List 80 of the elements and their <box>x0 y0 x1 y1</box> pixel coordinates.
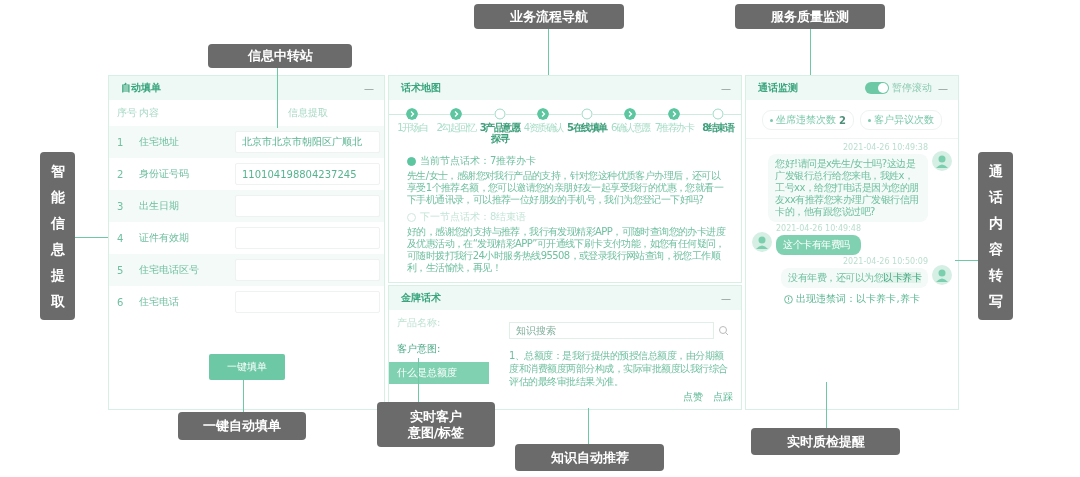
node-heading: 当前节点话术：7推荐办卡 <box>420 154 537 168</box>
input-field[interactable]: 北京市北京市朝阳区广顺北 <box>235 131 380 153</box>
callout-label: 实时客户意图/标签 <box>377 402 495 447</box>
info-icon <box>784 294 794 304</box>
field-label: 出生日期 <box>139 199 180 213</box>
toggle-label: 暂停滚动 <box>892 81 932 95</box>
callout-label: 实时质检提醒 <box>751 428 900 455</box>
step-item[interactable]: 8结束语 <box>696 108 739 144</box>
collapse-button[interactable]: — <box>721 82 731 94</box>
callout-label: 业务流程导航 <box>474 4 624 29</box>
row-number: 2 <box>117 168 125 180</box>
feedback-link[interactable]: 点赞 <box>683 390 703 404</box>
column-header: 序号 <box>117 106 138 120</box>
avatar-icon <box>932 265 952 285</box>
timestamp: 2021-04-26 10:49:38 <box>843 143 928 152</box>
callout-label: 知识自动推荐 <box>515 444 664 471</box>
dot-icon <box>770 118 773 122</box>
intent-label: 客户意图: <box>396 342 442 356</box>
step-item[interactable]: 5在线填单 <box>565 108 609 144</box>
leader-line <box>277 68 278 128</box>
feedback-link[interactable]: 点踩 <box>713 390 733 404</box>
warning-text: 出现违禁词：以卡养卡,养卡 <box>796 292 920 306</box>
callout-label: 一键自动填单 <box>178 412 306 440</box>
callout-label: 智能信息提取 <box>40 152 75 320</box>
row-number: 5 <box>117 264 125 276</box>
panel-title: 金牌话术 <box>401 291 441 305</box>
row-number: 6 <box>117 296 125 308</box>
step-item[interactable]: 4资质确认 <box>521 108 565 144</box>
counter-value: 2 <box>839 114 846 126</box>
input-field[interactable]: 110104198804237245 <box>235 163 380 185</box>
leader-line <box>810 29 811 75</box>
field-label: 证件有效期 <box>139 231 190 245</box>
field-label: 住宅地址 <box>139 135 180 149</box>
field-label: 住宅电话区号 <box>139 263 200 277</box>
dot-icon <box>868 118 871 122</box>
leader-line <box>75 237 108 238</box>
counter-label: 客户异议次数 <box>874 113 934 127</box>
message-bubble: 这个卡有年费吗 <box>776 235 861 255</box>
search-field[interactable]: 知识搜索 <box>509 322 714 339</box>
avatar-icon <box>752 232 772 252</box>
message-bubble: 没有年费，还可以为您以卡养卡 <box>781 268 928 288</box>
leader-line <box>548 29 549 75</box>
avatar-icon <box>932 151 952 171</box>
leader-line <box>588 408 589 444</box>
leader-line <box>955 260 978 261</box>
timestamp: 2021-04-26 10:49:48 <box>776 224 861 233</box>
row-number: 4 <box>117 232 125 244</box>
collapse-button[interactable]: — <box>364 82 374 94</box>
row-number: 1 <box>117 136 125 148</box>
panel-title: 话术地图 <box>401 81 441 95</box>
field-label: 住宅电话 <box>139 295 180 309</box>
script-text: 好的，感谢您的支持与推荐，我行有发现精彩APP，可随时查询您的办卡进度及优惠活动，在“发现精彩APP”可开通线下刷卡支付功能，如您有任何疑问，可随时拨打我行24小时服务热线95508，或登录我行网站查询，祝您工作顺利，生活愉快，再见！ <box>407 226 727 274</box>
script-text: 先生/女士，感谢您对我行产品的支持，针对您这种优质客户办理后，还可以享受1个推荐名额，您可以邀请您的亲朋好友一起享受我行的优惠，您就看一下手机通讯录，可以推荐一位好朋友的手机号，我们为您登记一下好吗? <box>407 170 725 206</box>
counter-label: 坐席违禁次数 <box>776 113 836 127</box>
flagged-word: 以卡养卡 <box>883 272 921 283</box>
step-item[interactable]: 6确认意愿 <box>609 108 652 144</box>
panel-title: 自动填单 <box>121 81 161 95</box>
field-label: 身份证号码 <box>139 167 190 181</box>
leader-line <box>418 358 419 402</box>
answer-text: 1、总额度：是我行提供的预授信总额度，由分期额度和消费额度两部分构成，实际审批额度以我行综合评估的最终审批结果为准。 <box>509 349 729 388</box>
callout-label: 通话内容转写 <box>978 152 1013 320</box>
panel-title: 通话监测 <box>758 81 798 95</box>
radio-button[interactable] <box>407 156 416 166</box>
callout-label: 信息中转站 <box>208 44 352 68</box>
leader-line <box>826 382 827 428</box>
step-item[interactable]: 3产品意愿探寻 <box>478 108 521 144</box>
row-number: 3 <box>117 200 125 212</box>
callout-label: 服务质量监测 <box>735 4 885 29</box>
message-bubble: 您好!请问是x先生/女士吗?这边是广发银行总行给您来电，我姓x，工号xx，给您打电话是因为您的朋友xx有推荐您来办理广发银行信用卡的，他有跟您说过吧? <box>768 154 928 222</box>
collapse-button[interactable]: — <box>721 292 731 304</box>
search-icon <box>718 325 729 336</box>
toggle-switch[interactable] <box>865 82 889 94</box>
column-header: 内容 <box>139 106 160 120</box>
fill-button[interactable]: 一键填单 <box>208 354 285 380</box>
step-item[interactable]: 2勾起回忆 <box>434 108 478 144</box>
step-item[interactable]: 1开场白 <box>391 108 434 144</box>
step-item[interactable]: 7推荐办卡 <box>652 108 696 144</box>
timestamp: 2021-04-26 10:50:09 <box>843 257 928 266</box>
column-header: 信息提取 <box>286 106 329 120</box>
collapse-button[interactable]: — <box>938 82 948 94</box>
